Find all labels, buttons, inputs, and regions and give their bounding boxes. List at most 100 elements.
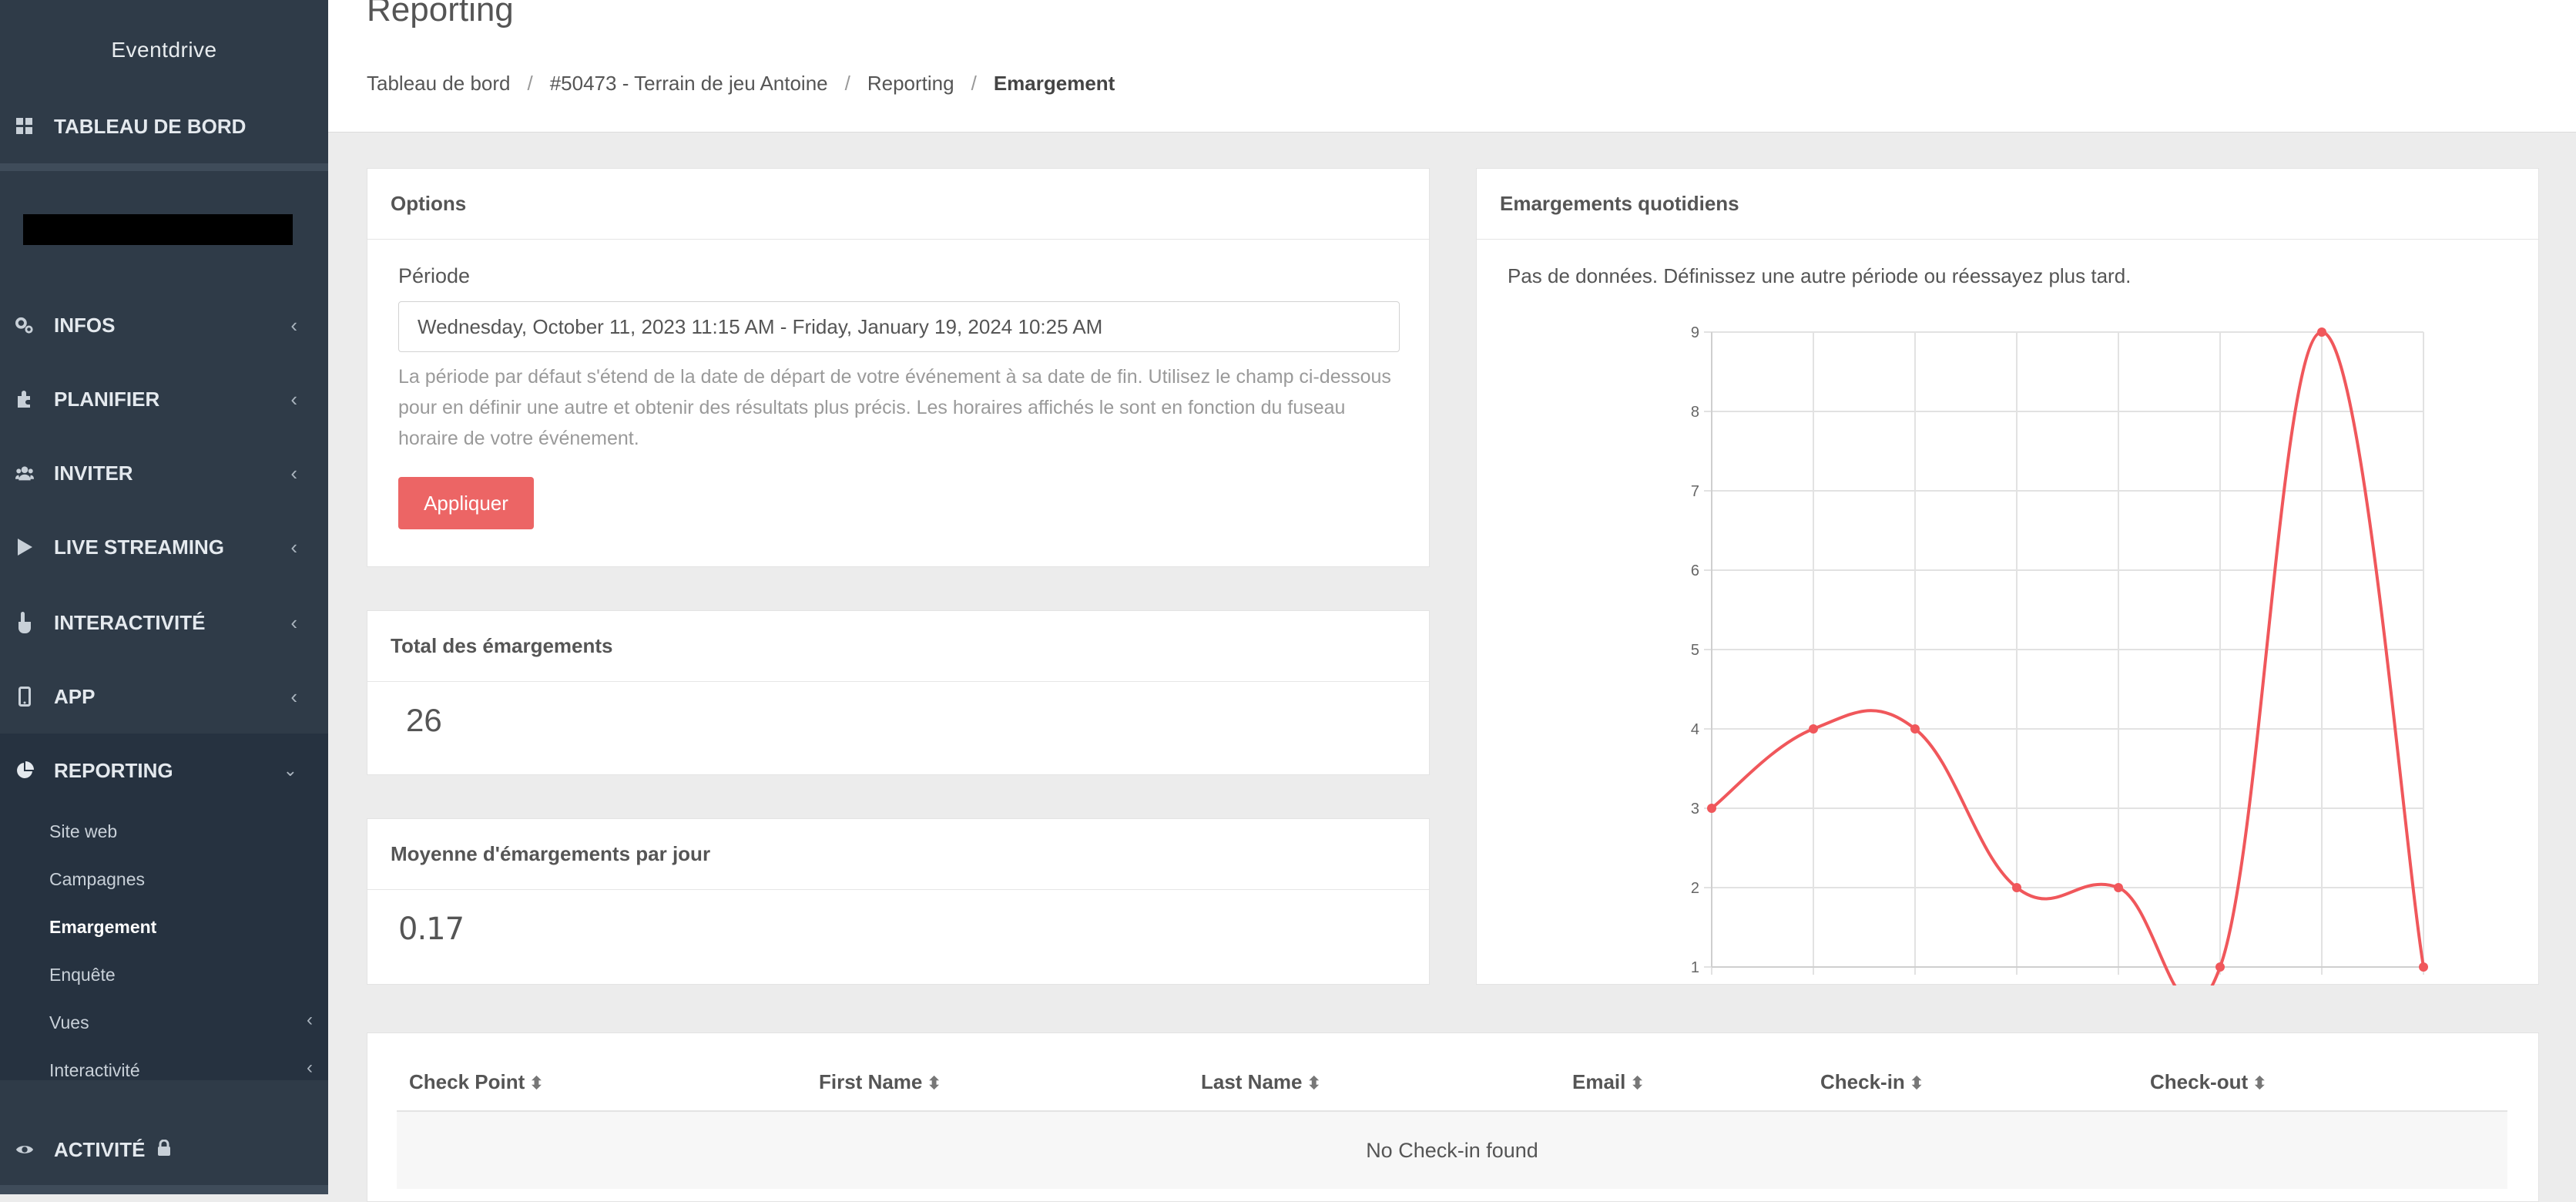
sidebar-item-label: LIVE STREAMING: [54, 535, 225, 559]
data-point: [2012, 883, 2021, 892]
column-header-email[interactable]: Email ⬍: [1572, 1070, 1645, 1094]
page-title: Reporting: [367, 0, 514, 29]
chevron-left-icon: ‹: [307, 1057, 313, 1078]
column-header-label: Email: [1572, 1070, 1626, 1093]
chevron-left-icon: ‹: [290, 684, 297, 708]
submenu-item-vues[interactable]: Vues: [49, 1012, 89, 1033]
data-point: [1707, 804, 1716, 813]
table-empty-row: No Check-in found: [397, 1112, 2507, 1189]
sidebar-divider: [0, 1185, 328, 1194]
column-header-check-out[interactable]: Check-out ⬍: [2150, 1070, 2267, 1094]
submenu-item-interactivite[interactable]: Interactivité: [49, 1060, 140, 1081]
options-panel: Options Période La période par défaut s'…: [367, 168, 1430, 567]
checkins-table-panel: Check Point ⬍ First Name ⬍ Last Name ⬍ Emai…: [367, 1032, 2539, 1202]
y-tick-label: 1: [1691, 959, 1699, 976]
panel-title: Moyenne d'émargements par jour: [367, 819, 1429, 890]
breadcrumb-link-dashboard[interactable]: Tableau de bord: [367, 72, 510, 96]
y-tick-label: 8: [1691, 404, 1699, 421]
sidebar-item-label: REPORTING: [54, 758, 173, 782]
puzzle-icon: [15, 390, 34, 408]
submenu-item-site-web[interactable]: Site web: [49, 821, 117, 842]
brand-name: Eventdrive: [111, 38, 217, 62]
breadcrumb-link-reporting[interactable]: Reporting: [867, 72, 954, 96]
breadcrumb-separator: /: [844, 72, 850, 95]
data-point: [1910, 724, 1920, 734]
chevron-left-icon: ‹: [290, 610, 297, 634]
sidebar-item-app[interactable]: APP ‹: [0, 660, 328, 734]
column-header-label: Last Name: [1201, 1070, 1303, 1093]
column-header-label: First Name: [819, 1070, 923, 1093]
submenu-item-emargement[interactable]: Emargement: [49, 917, 156, 938]
column-header-check-in[interactable]: Check-in ⬍: [1820, 1070, 1924, 1094]
data-point: [2317, 327, 2326, 337]
daily-checkins-chart: 123456789Nov 3, 2023 - 12 pmNov 3, 2023 …: [1574, 324, 2428, 985]
gears-icon: [15, 316, 34, 334]
chevron-left-icon: ‹: [290, 387, 297, 411]
grid-icon: [15, 117, 34, 136]
total-checkins-panel: Total des émargements 26: [367, 610, 1430, 775]
column-header-label: Check Point: [409, 1070, 525, 1093]
sidebar-item-inviter[interactable]: INVITER ‹: [0, 436, 328, 510]
sidebar: Eventdrive TABLEAU DE BORD INFOS ‹ PLANI…: [0, 0, 328, 1194]
sort-icon: ⬍: [1630, 1073, 1645, 1093]
sidebar-item-dashboard[interactable]: TABLEAU DE BORD: [0, 89, 328, 163]
play-icon: [15, 538, 34, 556]
y-tick-label: 2: [1691, 880, 1699, 897]
column-header-check-point[interactable]: Check Point ⬍: [409, 1070, 544, 1094]
y-tick-label: 5: [1691, 642, 1699, 659]
submenu-item-enquete[interactable]: Enquête: [49, 965, 116, 985]
reporting-section: REPORTING ⌄ Site web Campagnes Emargemen…: [0, 734, 328, 1080]
breadcrumb-link-event[interactable]: #50473 - Terrain de jeu Antoine: [550, 72, 828, 96]
hand-pointer-icon: [15, 612, 34, 633]
column-header-first-name[interactable]: First Name ⬍: [819, 1070, 941, 1094]
y-tick-label: 6: [1691, 562, 1699, 579]
sidebar-item-label: TABLEAU DE BORD: [54, 114, 247, 138]
apply-button[interactable]: Appliquer: [398, 477, 534, 529]
redacted-block: [23, 214, 293, 245]
lock-icon: [157, 1138, 171, 1162]
data-point: [1809, 724, 1818, 734]
period-input[interactable]: [398, 301, 1400, 352]
breadcrumb-separator: /: [527, 72, 533, 95]
data-point: [2215, 962, 2225, 972]
sidebar-item-infos[interactable]: INFOS ‹: [0, 288, 328, 362]
y-tick-label: 7: [1691, 483, 1699, 500]
panel-title: Options: [367, 169, 1429, 240]
sidebar-item-activite[interactable]: ACTIVITÉ: [0, 1113, 328, 1187]
sidebar-item-live-streaming[interactable]: LIVE STREAMING ‹: [0, 510, 328, 584]
sidebar-item-label: ACTIVITÉ: [54, 1137, 146, 1161]
y-tick-label: 9: [1691, 324, 1699, 341]
pie-chart-icon: [15, 761, 34, 780]
page-header: Reporting Tableau de bord / #50473 - Ter…: [328, 0, 2576, 133]
sidebar-divider: [0, 163, 328, 171]
breadcrumb: Tableau de bord / #50473 - Terrain de je…: [367, 72, 1115, 96]
sort-icon: ⬍: [1909, 1073, 1924, 1093]
mobile-icon: [15, 687, 34, 707]
sidebar-item-label: APP: [54, 684, 96, 708]
breadcrumb-separator: /: [971, 72, 977, 95]
chevron-down-icon: ⌄: [283, 760, 297, 780]
breadcrumb-current: Emargement: [993, 72, 1115, 95]
chevron-left-icon: ‹: [290, 535, 297, 559]
total-checkins-value: 26: [406, 702, 442, 738]
column-header-last-name[interactable]: Last Name ⬍: [1201, 1070, 1321, 1094]
sidebar-item-label: INVITER: [54, 461, 133, 485]
users-icon: [15, 464, 34, 482]
chevron-left-icon: ‹: [290, 461, 297, 485]
sidebar-item-planifier[interactable]: PLANIFIER ‹: [0, 362, 328, 436]
submenu-item-campagnes[interactable]: Campagnes: [49, 869, 145, 890]
y-tick-label: 4: [1691, 721, 1699, 738]
sort-icon: ⬍: [2252, 1073, 2267, 1093]
data-point: [2419, 962, 2428, 972]
sort-icon: ⬍: [529, 1073, 544, 1093]
sidebar-item-interactivite[interactable]: INTERACTIVITÉ ‹: [0, 586, 328, 660]
sidebar-item-label: INFOS: [54, 313, 116, 337]
sort-icon: ⬍: [1306, 1073, 1321, 1093]
y-tick-label: 3: [1691, 801, 1699, 818]
sort-icon: ⬍: [927, 1073, 941, 1093]
sidebar-item-reporting[interactable]: REPORTING ⌄: [0, 734, 328, 807]
average-checkins-panel: Moyenne d'émargements par jour 0.17: [367, 818, 1430, 985]
average-checkins-value: 0.17: [398, 912, 465, 947]
period-label: Période: [398, 264, 471, 287]
chevron-left-icon: ‹: [307, 1009, 313, 1030]
